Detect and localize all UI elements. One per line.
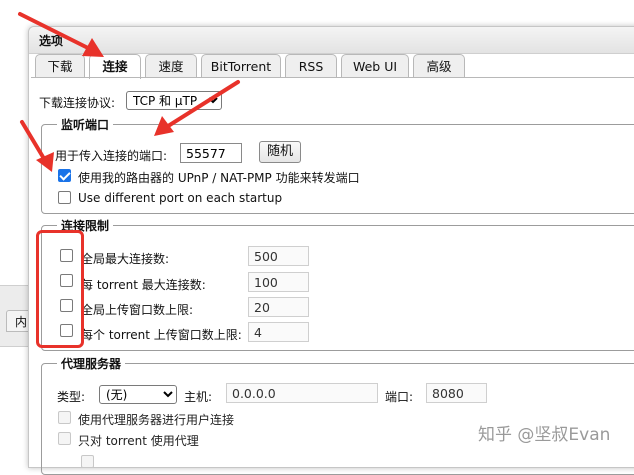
proxy-host-label: 主机:	[184, 390, 213, 404]
tab-advanced[interactable]: 高级	[413, 54, 465, 77]
protocol-select[interactable]: TCP 和 μTP	[126, 91, 222, 110]
tab-divider	[31, 77, 634, 78]
random-port-button[interactable]: 随机	[259, 141, 301, 163]
global-upload-slots-label: 全局上传窗口数上限:	[81, 303, 194, 317]
tab-connection[interactable]: 连接	[89, 54, 141, 79]
port-label: 用于传入连接的端口:	[55, 149, 168, 163]
options-dialog: 选项 下载 连接 速度 BitTorrent RSS Web UI 高级 下载连…	[28, 26, 634, 475]
protocol-label: 下载连接协议:	[39, 96, 116, 110]
per-torrent-upload-slots-label: 每个 torrent 上传窗口数上限:	[81, 328, 242, 342]
watermark: 知乎 @坚叔Evan	[478, 425, 611, 445]
proxy-type-label: 类型:	[57, 390, 86, 404]
upnp-label: 使用我的路由器的 UPnP / NAT-PMP 功能来转发端口	[78, 171, 360, 185]
proxy-peer-checkbox[interactable]	[58, 411, 71, 424]
different-port-label: Use different port on each startup	[78, 191, 283, 205]
tab-speed[interactable]: 速度	[145, 54, 197, 77]
proxy-port-label: 端口:	[385, 390, 414, 404]
per-torrent-max-connections-label: 每 torrent 最大连接数:	[81, 278, 206, 292]
global-max-connections-label: 全局最大连接数:	[81, 252, 170, 266]
tab-bittorrent[interactable]: BitTorrent	[201, 54, 281, 77]
proxy-torrent-only-checkbox[interactable]	[58, 432, 71, 445]
port-input[interactable]	[180, 143, 242, 163]
per-torrent-upload-slots-input[interactable]	[248, 322, 309, 342]
proxy-port-input[interactable]	[426, 383, 487, 403]
upnp-checkbox[interactable]	[58, 169, 71, 182]
tab-rss[interactable]: RSS	[285, 54, 337, 77]
global-max-connections-input[interactable]	[248, 246, 309, 266]
global-upload-slots-input[interactable]	[248, 297, 309, 317]
proxy-torrent-only-label: 只对 torrent 使用代理	[78, 434, 199, 448]
proxy-legend: 代理服务器	[57, 355, 126, 372]
proxy-type-select[interactable]: (无)	[99, 385, 177, 404]
dialog-title: 选项	[39, 34, 64, 48]
different-port-checkbox[interactable]	[58, 191, 71, 204]
tab-webui[interactable]: Web UI	[341, 54, 409, 77]
listening-port-legend: 监听端口	[57, 116, 114, 133]
proxy-peer-label: 使用代理服务器进行用户连接	[78, 413, 235, 427]
tab-downloads[interactable]: 下载	[35, 54, 85, 77]
proxy-host-input[interactable]	[226, 383, 378, 403]
annotation-box	[36, 230, 84, 348]
per-torrent-max-connections-input[interactable]	[248, 272, 309, 292]
title-bar: 选项	[29, 27, 634, 54]
